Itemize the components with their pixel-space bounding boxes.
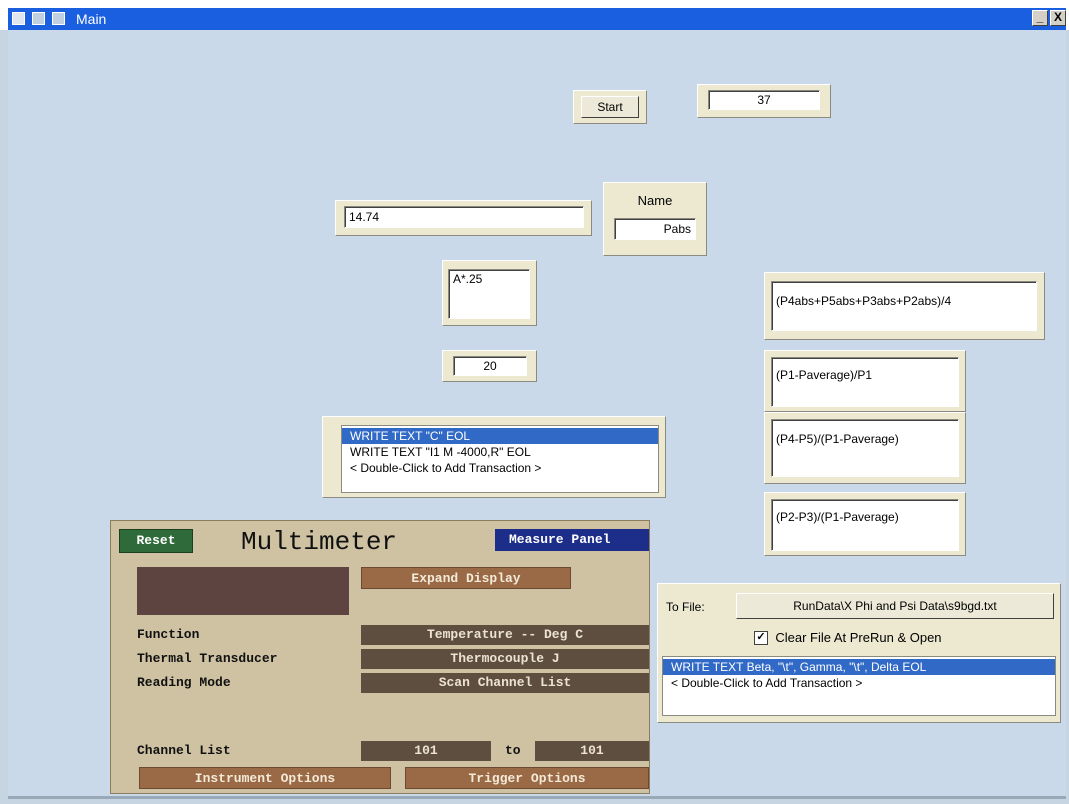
name-panel: Name Pabs [603, 182, 707, 256]
list-item[interactable]: WRITE TEXT "C" EOL [342, 428, 658, 444]
start-button[interactable]: Start [581, 96, 639, 118]
value-panel: 14.74 [335, 200, 592, 236]
name-label: Name [637, 193, 673, 208]
instrument-options-button[interactable]: Instrument Options [139, 767, 391, 789]
transducer-select[interactable]: Thermocouple J [361, 649, 649, 669]
list-item[interactable]: WRITE TEXT Beta, "\t", Gamma, "\t", Delt… [663, 659, 1055, 675]
reading-mode-select[interactable]: Scan Channel List [361, 673, 649, 693]
expression-panel-1: (P4abs+P5abs+P3abs+P2abs)/4 [764, 272, 1045, 340]
channel-list-label: Channel List [137, 743, 231, 758]
to-file-panel: To File: RunData\X Phi and Psi Data\s9bg… [657, 583, 1061, 723]
minimize-button[interactable]: _ [1032, 10, 1048, 26]
expression-panel-3: (P4-P5)/(P1-Paverage) [764, 412, 966, 484]
expression-field-3[interactable]: (P4-P5)/(P1-Paverage) [771, 419, 959, 477]
file-path-button[interactable]: RunData\X Phi and Psi Data\s9bgd.txt [736, 593, 1054, 619]
channel-to-label: to [505, 743, 521, 758]
expression-field-4[interactable]: (P2-P3)/(P1-Paverage) [771, 499, 959, 551]
expression-panel-2: (P1-Paverage)/P1 [764, 350, 966, 412]
constant-panel: 20 [442, 350, 537, 382]
function-label: Function [137, 627, 200, 642]
measure-panel-button[interactable]: Measure Panel [495, 529, 649, 551]
panel-view-icon[interactable] [32, 12, 45, 25]
expression-field-2[interactable]: (P1-Paverage)/P1 [771, 357, 959, 407]
reset-button[interactable]: Reset [119, 529, 193, 553]
clear-file-checkbox-row[interactable]: ✓ Clear File At PreRun & Open [754, 630, 942, 645]
multimeter-display [137, 567, 349, 615]
expression-field-1[interactable]: (P4abs+P5abs+P3abs+P2abs)/4 [771, 281, 1037, 331]
counter-display: 37 [708, 90, 820, 110]
list-item[interactable]: < Double-Click to Add Transaction > [663, 675, 1055, 691]
start-panel: Start [573, 90, 647, 124]
list-item[interactable]: < Double-Click to Add Transaction > [342, 460, 658, 476]
expression-panel-4: (P2-P3)/(P1-Paverage) [764, 492, 966, 556]
detail-view-icon[interactable] [52, 12, 65, 25]
value-display: 14.74 [344, 206, 584, 228]
status-line [8, 796, 1066, 799]
clear-file-label: Clear File At PreRun & Open [775, 630, 942, 646]
close-button[interactable]: X [1050, 10, 1066, 26]
window-title: Main [76, 11, 107, 27]
app-icon[interactable] [12, 12, 25, 25]
counter-panel: 37 [697, 84, 831, 118]
trigger-options-button[interactable]: Trigger Options [405, 767, 649, 789]
function-select[interactable]: Temperature -- Deg C [361, 625, 649, 645]
formula-field[interactable]: A*.25 [448, 269, 530, 319]
name-field[interactable]: Pabs [614, 218, 696, 240]
list-item[interactable]: WRITE TEXT "I1 M -4000,R" EOL [342, 444, 658, 460]
transducer-label: Thermal Transducer [137, 651, 278, 666]
io-transaction-panel: WRITE TEXT "C" EOL WRITE TEXT "I1 M -400… [322, 416, 666, 498]
file-transaction-list[interactable]: WRITE TEXT Beta, "\t", Gamma, "\t", Delt… [662, 656, 1056, 716]
channel-to-field[interactable]: 101 [535, 741, 649, 761]
title-bar[interactable]: Main _ X [8, 8, 1066, 30]
checkbox-checked-icon[interactable]: ✓ [754, 630, 768, 645]
multimeter-title: Multimeter [241, 527, 398, 557]
constant-field[interactable]: 20 [453, 356, 527, 376]
title-bar-frame: Main _ X [0, 0, 1069, 30]
io-transaction-list[interactable]: WRITE TEXT "C" EOL WRITE TEXT "I1 M -400… [341, 425, 659, 493]
formula-panel: A*.25 [442, 260, 537, 326]
expand-display-button[interactable]: Expand Display [361, 567, 571, 589]
to-file-label: To File: [666, 600, 705, 614]
multimeter-panel: Reset Multimeter Measure Panel Expand Di… [110, 520, 650, 794]
channel-from-field[interactable]: 101 [361, 741, 491, 761]
reading-mode-label: Reading Mode [137, 675, 231, 690]
